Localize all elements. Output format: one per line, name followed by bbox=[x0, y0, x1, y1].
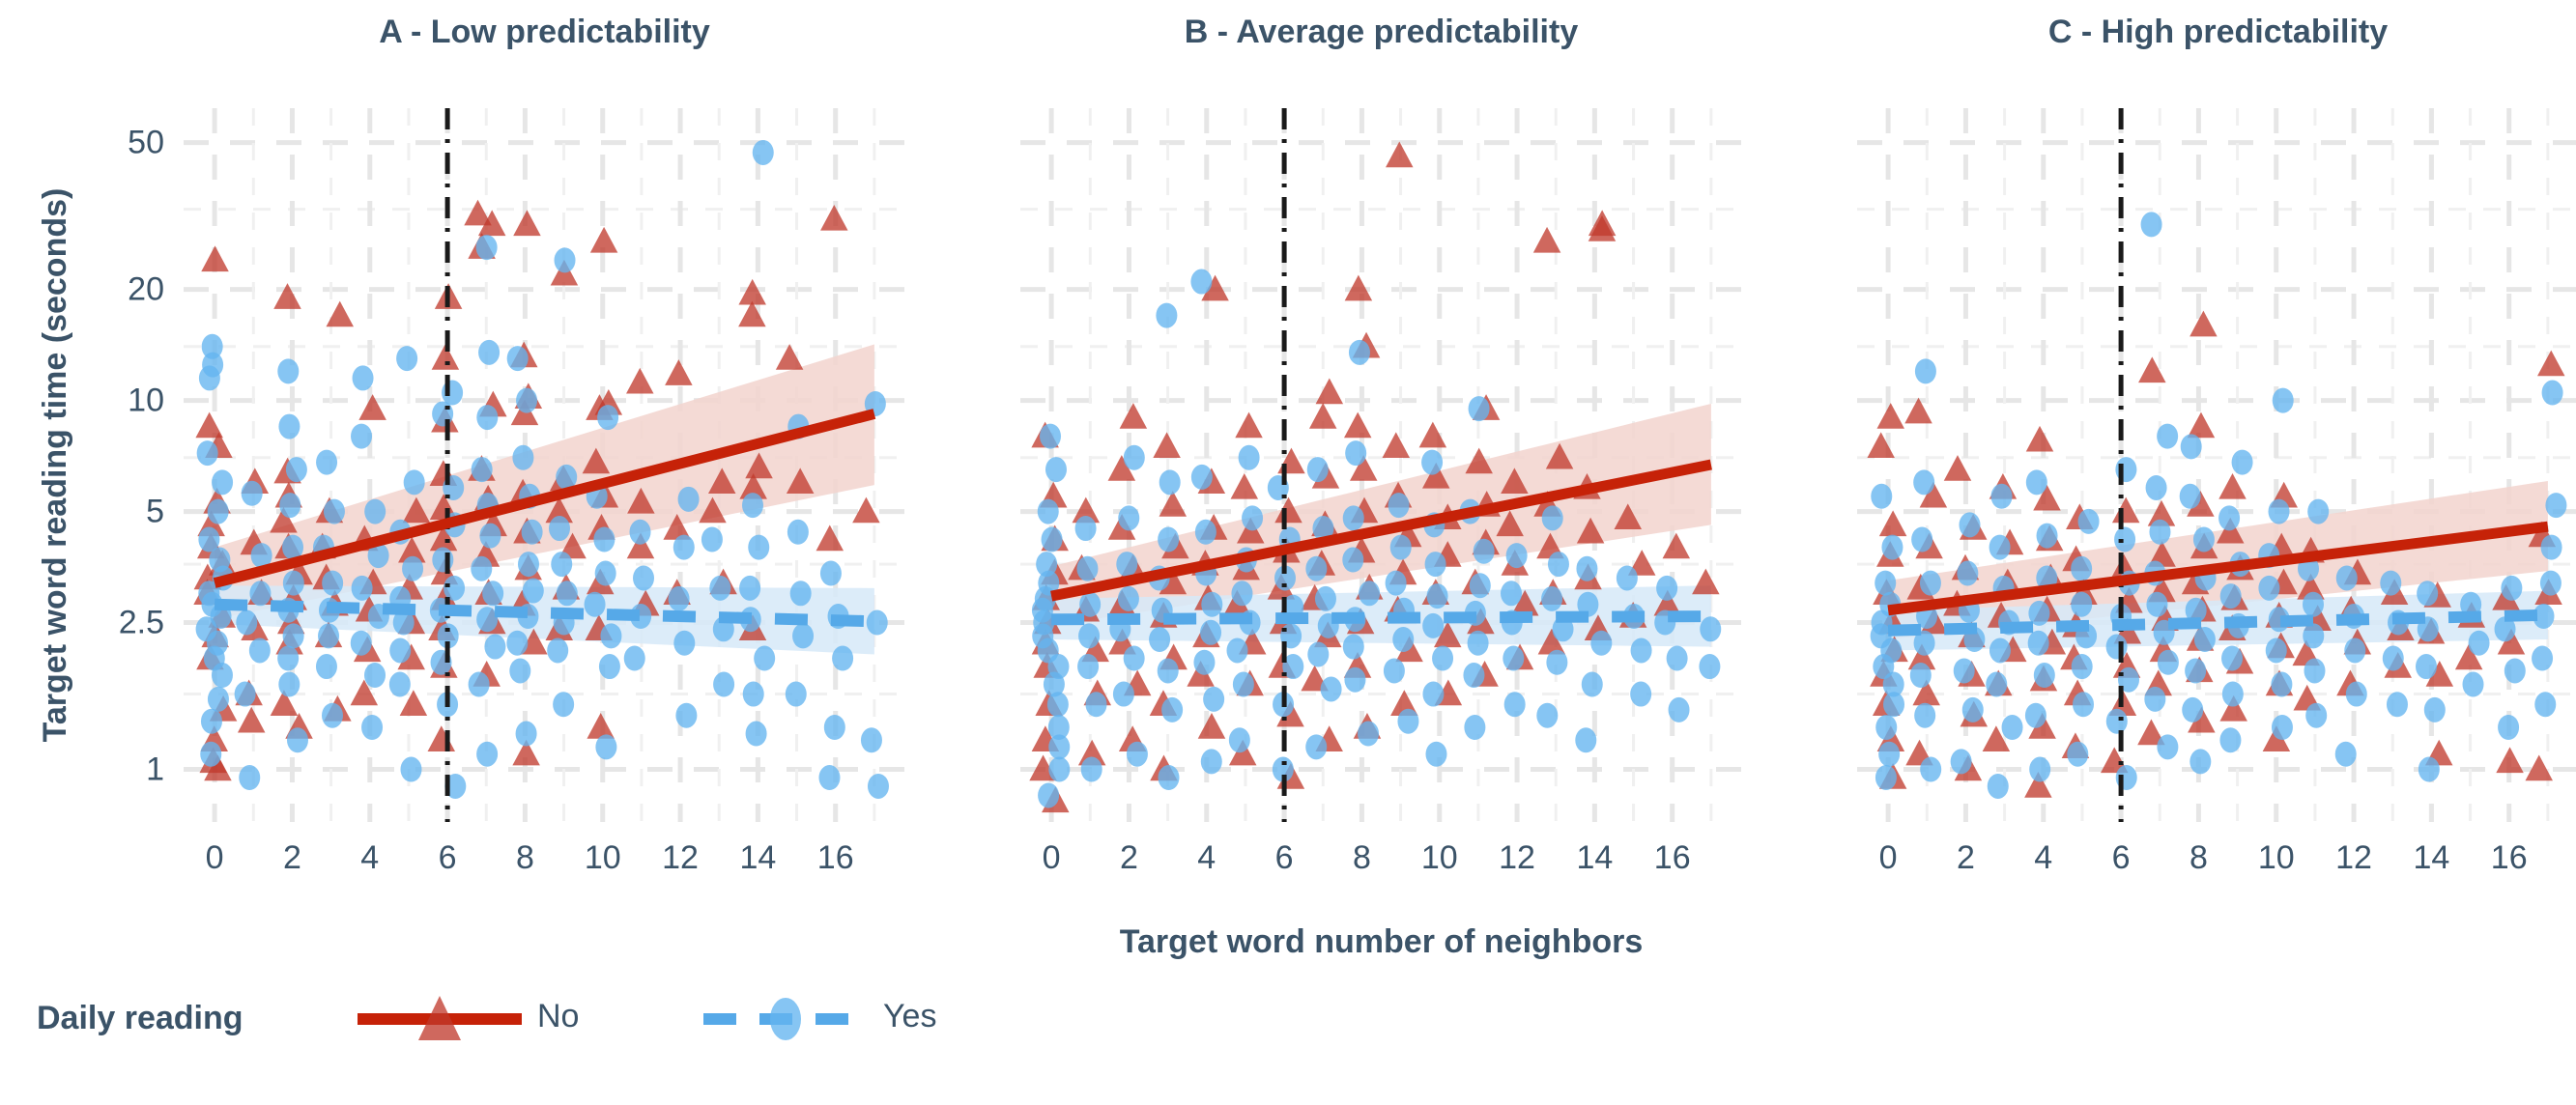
x-tick-label: 4 bbox=[360, 839, 380, 876]
x-tick-label: 14 bbox=[739, 839, 777, 876]
x-tick-label: 14 bbox=[1576, 839, 1614, 876]
x-tick-label: 6 bbox=[1274, 839, 1294, 876]
plot-panel-c bbox=[1857, 108, 2576, 822]
y-tick-label: 5 bbox=[146, 493, 164, 530]
x-tick-label: 2 bbox=[282, 839, 301, 876]
x-tick-label: 12 bbox=[2335, 839, 2372, 876]
x-tick-label: 12 bbox=[662, 839, 699, 876]
y-tick-label: 10 bbox=[128, 382, 164, 419]
x-tick-label: 8 bbox=[2189, 839, 2208, 876]
x-tick-label: 2 bbox=[1956, 839, 1975, 876]
y-tick-label: 50 bbox=[128, 124, 164, 161]
x-axis-title: Target word number of neighbors bbox=[1119, 923, 1644, 960]
y-tick-label: 20 bbox=[128, 270, 164, 308]
y-axis-title: Target word reading time (seconds) bbox=[37, 187, 73, 743]
plot-panel-b bbox=[1020, 108, 1742, 822]
y-tick-label: 2.5 bbox=[118, 604, 164, 641]
x-tick-label: 2 bbox=[1119, 839, 1138, 876]
legend-title: Daily reading bbox=[37, 1000, 243, 1036]
x-tick-label: 0 bbox=[205, 839, 224, 876]
x-tick-label: 10 bbox=[584, 839, 621, 876]
panel-title-c: C - High predictability bbox=[2047, 14, 2389, 50]
panel-title-a: A - Low predictability bbox=[379, 14, 710, 50]
x-tick-label: 14 bbox=[2413, 839, 2450, 876]
x-tick-label: 6 bbox=[2111, 839, 2131, 876]
legend-key-yes[interactable] bbox=[694, 982, 877, 1055]
legend-label-yes: Yes bbox=[883, 998, 937, 1034]
x-tick-label: 4 bbox=[2034, 839, 2053, 876]
legend-label-no: No bbox=[537, 998, 580, 1034]
legend-glyph-no bbox=[358, 996, 522, 1040]
legend-key-no[interactable] bbox=[348, 982, 531, 1055]
y-tick-label: 1 bbox=[146, 751, 164, 787]
x-tick-label: 6 bbox=[438, 839, 457, 876]
x-tick-label: 16 bbox=[2490, 839, 2528, 876]
panel-title-b: B - Average predictability bbox=[1184, 14, 1579, 50]
x-tick-label: 16 bbox=[816, 839, 854, 876]
x-tick-label: 4 bbox=[1197, 839, 1216, 876]
x-tick-label: 16 bbox=[1653, 839, 1691, 876]
x-tick-label: 8 bbox=[1352, 839, 1371, 876]
x-tick-label: 8 bbox=[515, 839, 534, 876]
x-tick-label: 0 bbox=[1878, 839, 1898, 876]
x-tick-label: 0 bbox=[1042, 839, 1061, 876]
x-tick-label: 10 bbox=[1420, 839, 1458, 876]
x-tick-label: 12 bbox=[1499, 839, 1535, 876]
x-tick-label: 10 bbox=[2257, 839, 2295, 876]
plot-panel-a bbox=[184, 108, 905, 822]
legend-glyph-yes bbox=[703, 998, 868, 1040]
figure-root: A - Low predictability B - Average predi… bbox=[0, 0, 2576, 1105]
